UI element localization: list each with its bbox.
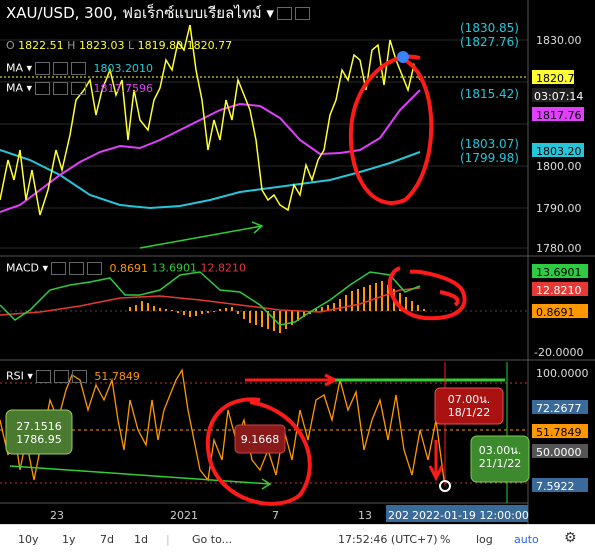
- ma1-line: [0, 149, 421, 210]
- annotation-red-down-arrow: [428, 440, 444, 482]
- eye-icon[interactable]: [35, 82, 51, 95]
- time-tick: 13: [358, 509, 372, 522]
- signal-tag: 12.8210: [536, 284, 582, 297]
- note-low-1: (1803.07): [460, 137, 519, 151]
- price-tick: 1830.00: [536, 34, 582, 47]
- time-cursor-label: 2022-01-19 12:00:00: [412, 509, 529, 522]
- gear-icon[interactable]: ⚙: [564, 530, 577, 546]
- note-top-1: (1830.85): [460, 21, 519, 35]
- price-tick: 1780.00: [536, 242, 582, 255]
- gear-icon[interactable]: [53, 82, 69, 95]
- gear-icon[interactable]: [53, 370, 69, 383]
- ma1-price-tag: 1803.20: [536, 145, 582, 158]
- ma1-value: 1803.2010: [93, 61, 154, 75]
- range-7d-button[interactable]: 7d: [100, 533, 114, 546]
- bottom-toolbar: 10y 1y 7d 1d | Go to... 17:52:46 (UTC+7)…: [0, 524, 595, 554]
- note-low-2: (1799.98): [460, 151, 519, 165]
- close-icon[interactable]: [71, 82, 87, 95]
- macd-tick: -20.0000: [534, 346, 584, 359]
- macd-legend[interactable]: MACD ▾ 0.8691 13.6901 12.8210: [6, 262, 246, 275]
- range-1d-button[interactable]: 1d: [134, 533, 148, 546]
- note-mid: (1815.42): [460, 87, 519, 101]
- rsi-tag: 51.7849: [536, 426, 582, 439]
- rsi-tick: 100.0000: [536, 367, 589, 380]
- settings-box-icon[interactable]: [276, 7, 292, 20]
- event-marker[interactable]: [397, 51, 409, 63]
- rsi-value: 51.7849: [94, 369, 140, 383]
- low-value: 1819.80: [137, 39, 184, 52]
- annotation-red-text: 07.00น. 18/1/22: [437, 393, 501, 419]
- annotation-green-line1: 03.00น.: [478, 444, 522, 457]
- annotation-green-line2: 21/1/22: [478, 457, 522, 470]
- annotation-red-line1: 07.00น.: [447, 393, 491, 406]
- note-top-2: (1827.76): [460, 35, 519, 49]
- time-tick: 2021: [170, 509, 198, 522]
- price-tick: 1790.00: [536, 202, 582, 215]
- range-10y-button[interactable]: 10y: [18, 533, 39, 546]
- ma2-line: [0, 89, 421, 213]
- current-price-tag: 1820.77: [536, 72, 582, 85]
- ma1-legend[interactable]: MA ▾ 1803.2010: [6, 62, 153, 75]
- close-icon[interactable]: [71, 62, 87, 75]
- annotation-green-arrow-rsi: [9, 465, 272, 490]
- ma2-value: 1817.7596: [93, 81, 154, 95]
- macd-hist-value: 0.8691: [109, 261, 149, 275]
- time-tick: 202: [388, 509, 409, 522]
- rsi-tick: 50.0000: [536, 446, 582, 459]
- ma2-label[interactable]: MA ▾: [6, 82, 32, 95]
- goto-button[interactable]: Go to...: [192, 533, 232, 546]
- high-label: H: [67, 39, 76, 52]
- close-icon[interactable]: [87, 262, 102, 275]
- annotation-red-line2: 18/1/22: [447, 406, 491, 419]
- ma1-label[interactable]: MA ▾: [6, 62, 32, 75]
- rsi-tag: 7.5922: [536, 480, 575, 493]
- gear-icon[interactable]: [69, 262, 84, 275]
- countdown-tag: 03:07:14: [534, 90, 584, 103]
- macd-histogram: [129, 281, 425, 333]
- rsi-legend[interactable]: RSI ▾ 51.7849: [6, 370, 140, 383]
- macd-signal-value: 12.8210: [200, 261, 247, 275]
- range-divider: |: [166, 533, 170, 546]
- macd-line-value: 13.6901: [151, 261, 198, 275]
- macd-tag: 13.6901: [536, 266, 582, 279]
- rsi-tag: 72.2677: [536, 402, 582, 415]
- log-toggle[interactable]: log: [476, 533, 493, 546]
- price-tick: 1800.00: [536, 160, 582, 173]
- auto-toggle[interactable]: auto: [514, 533, 539, 546]
- time-tick: 7: [272, 509, 279, 522]
- range-1y-button[interactable]: 1y: [62, 533, 76, 546]
- close-icon[interactable]: [71, 370, 87, 383]
- annotation-left-line1: 27.1516: [16, 420, 62, 433]
- annotation-left-line2: 1786.95: [16, 433, 62, 446]
- ma2-price-tag: 1817.76: [536, 109, 582, 122]
- symbol-title[interactable]: XAU/USD, 300, ฟอเร็กซ์แบบเรียลไทม์ ▾: [6, 4, 274, 22]
- high-value: 1823.03: [78, 39, 125, 52]
- macd-label[interactable]: MACD ▾: [6, 262, 48, 275]
- hist-tag: 0.8691: [536, 306, 575, 319]
- gear-icon[interactable]: [53, 62, 69, 75]
- percent-toggle[interactable]: %: [440, 533, 450, 546]
- time-tick: 23: [50, 509, 64, 522]
- eye-icon[interactable]: [35, 370, 51, 383]
- rsi-label[interactable]: RSI ▾: [6, 370, 33, 383]
- chart-title[interactable]: XAU/USD, 300, ฟอเร็กซ์แบบเรียลไทม์ ▾: [6, 6, 310, 21]
- settings-box-icon[interactable]: [294, 7, 310, 20]
- close-value: 1820.77: [186, 39, 233, 52]
- open-label: O: [6, 39, 15, 52]
- eye-icon[interactable]: [51, 262, 66, 275]
- ohlc-row: O 1822.51 H 1823.03 L 1819.80 1820.77: [6, 40, 232, 51]
- annotation-green-text: 03.00น. 21/1/22: [473, 444, 527, 470]
- eye-icon[interactable]: [35, 62, 51, 75]
- low-label: L: [127, 39, 135, 52]
- open-value: 1822.51: [18, 39, 64, 52]
- clock-display[interactable]: 17:52:46 (UTC+7): [338, 533, 438, 546]
- price-line: [0, 24, 421, 216]
- annotation-mid-text: 9.1668: [240, 433, 280, 446]
- annotation-left-text: 27.1516 1786.95: [8, 420, 70, 446]
- annotation-green-arrow: [139, 221, 264, 249]
- ma2-legend[interactable]: MA ▾ 1817.7596: [6, 82, 153, 95]
